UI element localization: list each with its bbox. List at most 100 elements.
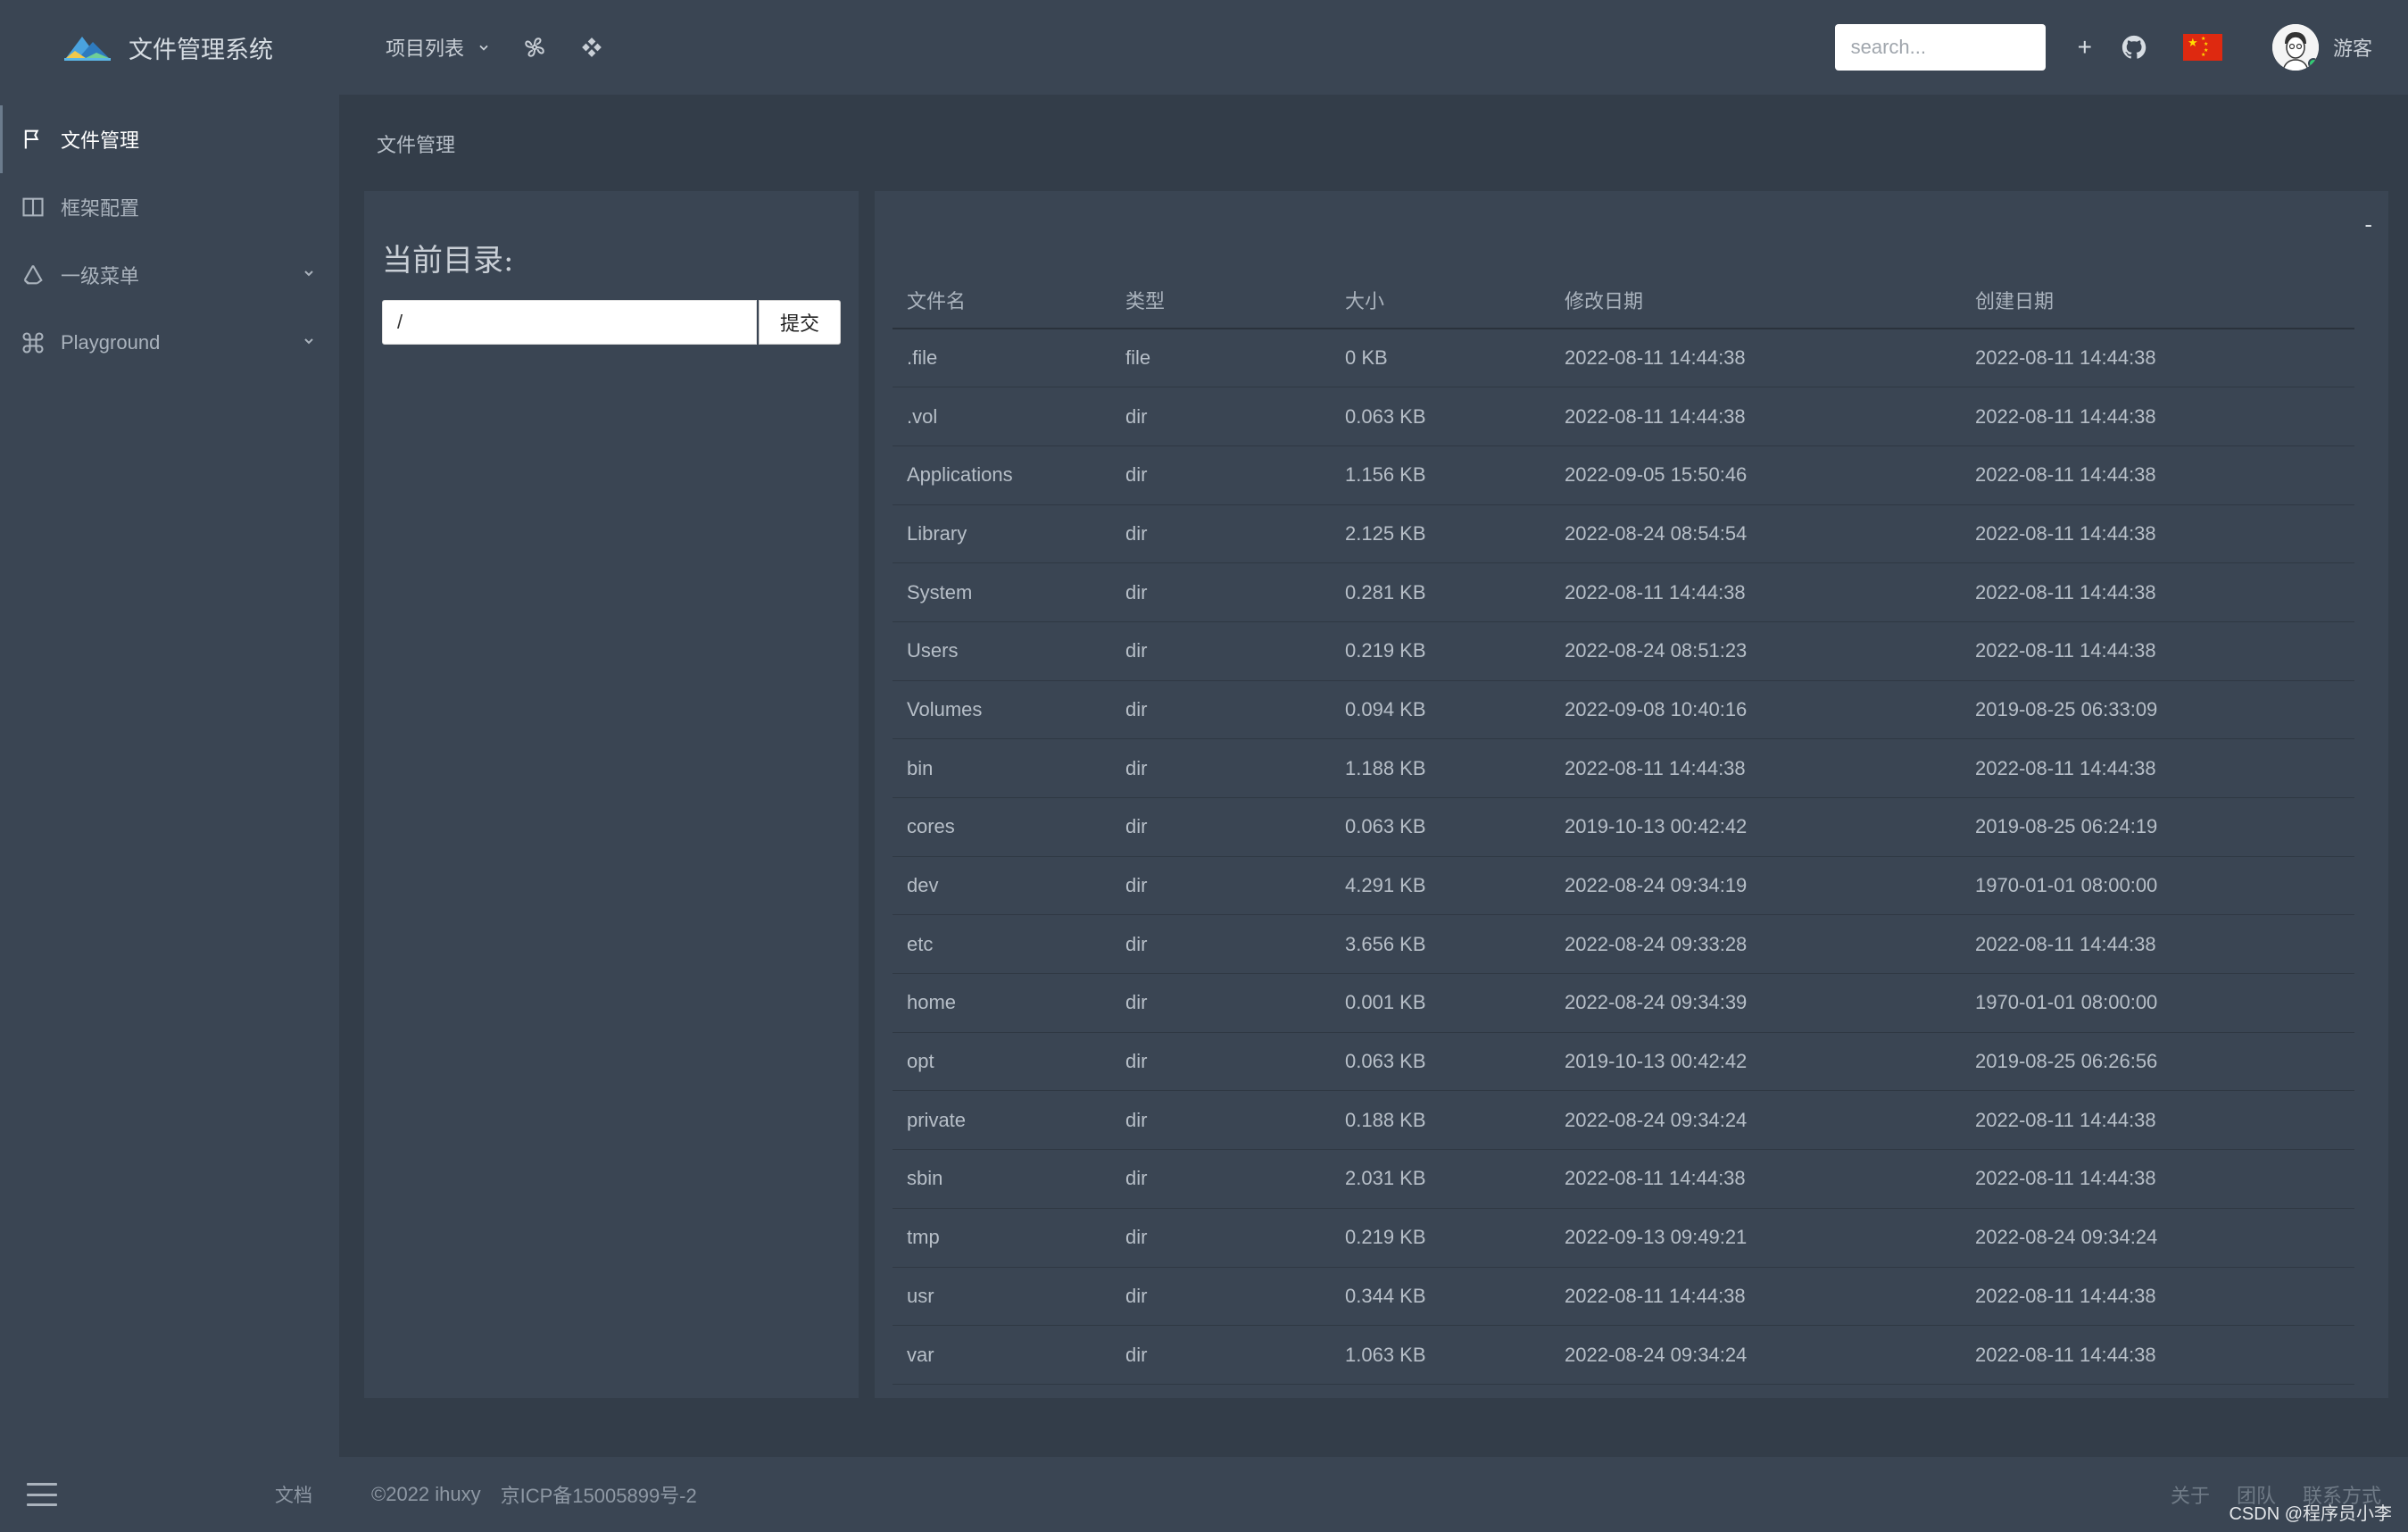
logo-icon xyxy=(64,37,111,61)
table-row[interactable]: Users dir 0.219 KB 2022-08-24 08:51:23 2022-… xyxy=(893,621,2354,681)
chevron-down-icon xyxy=(479,45,488,51)
cell-created: 2022-08-11 14:44:38 xyxy=(1961,387,2354,446)
table-row[interactable]: opt dir 0.063 KB 2019-10-13 00:42:42 2019-08… xyxy=(893,1032,2354,1092)
component-icon[interactable] xyxy=(578,34,605,61)
cell-size: 1.188 KB xyxy=(1331,738,1550,798)
cell-created: 2022-08-11 14:44:38 xyxy=(1961,1149,2354,1209)
cell-name[interactable]: home xyxy=(893,973,1111,1033)
cell-name[interactable]: bin xyxy=(893,738,1111,798)
table-row[interactable]: etc dir 3.656 KB 2022-08-24 09:33:28 2022-08… xyxy=(893,914,2354,975)
cell-type: dir xyxy=(1111,680,1331,740)
avatar[interactable] xyxy=(2271,24,2319,71)
cell-type: dir xyxy=(1111,445,1331,505)
icp-link[interactable]: 京ICP备15005899号-2 xyxy=(501,1480,697,1509)
table-row[interactable]: .file file 0 KB 2022-08-11 14:44:38 2022-08-… xyxy=(893,329,2354,388)
cell-size: 0.063 KB xyxy=(1331,797,1550,857)
cell-modified: 2022-08-24 09:34:24 xyxy=(1550,1090,1961,1151)
cell-type: dir xyxy=(1111,738,1331,798)
cell-name[interactable]: tmp xyxy=(893,1208,1111,1268)
cell-modified: 2022-08-11 14:44:38 xyxy=(1550,329,1961,388)
cell-size: 0.094 KB xyxy=(1331,680,1550,740)
cell-size: 0.063 KB xyxy=(1331,1032,1550,1092)
github-icon[interactable] xyxy=(2121,34,2147,61)
cell-name[interactable]: cores xyxy=(893,797,1111,857)
cell-size: 0 KB xyxy=(1331,329,1550,388)
directory-path-input[interactable] xyxy=(382,300,757,345)
footer-link-about[interactable]: 关于 xyxy=(2171,1480,2210,1509)
table-row[interactable]: .vol dir 0.063 KB 2022-08-11 14:44:38 2022-0… xyxy=(893,387,2354,446)
table-row[interactable]: System dir 0.281 KB 2022-08-11 14:44:38 2022… xyxy=(893,562,2354,622)
table-row[interactable]: sbin dir 2.031 KB 2022-08-11 14:44:38 2022-0… xyxy=(893,1149,2354,1209)
column-header-size[interactable]: 大小 xyxy=(1331,271,1550,329)
cell-created: 2022-08-11 14:44:38 xyxy=(1961,504,2354,564)
project-list-menu[interactable]: 项目列表 xyxy=(386,33,491,62)
file-list-panel: - 文件名 类型 大小 修改日期 创建日期 .file file 0 KB 2022-… xyxy=(875,191,2388,1398)
cell-size: 2.125 KB xyxy=(1331,504,1550,564)
table-row[interactable]: Volumes dir 0.094 KB 2022-09-08 10:40:16 201… xyxy=(893,680,2354,740)
cell-modified: 2022-08-24 09:33:28 xyxy=(1550,914,1961,975)
column-header-type[interactable]: 类型 xyxy=(1111,271,1331,329)
sidebar-item-playground[interactable]: Playground xyxy=(0,309,339,377)
cell-created: 2022-08-11 14:44:38 xyxy=(1961,738,2354,798)
cell-name[interactable]: etc xyxy=(893,914,1111,975)
table-row[interactable]: bin dir 1.188 KB 2022-08-11 14:44:38 2022-08… xyxy=(893,738,2354,798)
fan-icon[interactable] xyxy=(521,34,548,61)
flag-icon xyxy=(20,126,46,153)
hamburger-icon[interactable] xyxy=(27,1483,57,1506)
cell-name[interactable]: Volumes xyxy=(893,680,1111,740)
table-row[interactable]: usr dir 0.344 KB 2022-08-11 14:44:38 2022-08… xyxy=(893,1267,2354,1327)
table-row[interactable]: tmp dir 0.219 KB 2022-09-13 09:49:21 2022-08… xyxy=(893,1208,2354,1268)
add-button[interactable]: + xyxy=(2078,33,2092,62)
flag-star-small: ★ xyxy=(2203,42,2209,47)
cell-name[interactable]: .file xyxy=(893,329,1111,388)
cell-modified: 2022-09-13 09:49:21 xyxy=(1550,1208,1961,1268)
submit-button[interactable]: 提交 xyxy=(759,300,841,345)
brand[interactable]: 文件管理系统 xyxy=(0,0,339,95)
column-header-modified[interactable]: 修改日期 xyxy=(1550,271,1961,329)
cell-name[interactable]: Users xyxy=(893,621,1111,681)
cell-created: 2022-08-11 14:44:38 xyxy=(1961,1267,2354,1327)
cell-name[interactable]: .vol xyxy=(893,387,1111,446)
cell-name[interactable]: var xyxy=(893,1325,1111,1385)
cell-type: dir xyxy=(1111,562,1331,622)
cell-type: dir xyxy=(1111,797,1331,857)
cell-size: 0.281 KB xyxy=(1331,562,1550,622)
table-row[interactable]: private dir 0.188 KB 2022-08-24 09:34:24 202… xyxy=(893,1090,2354,1151)
flag-star: ★ xyxy=(2187,36,2198,49)
table-row[interactable]: Library dir 2.125 KB 2022-08-24 08:54:54 202… xyxy=(893,504,2354,564)
search-input[interactable] xyxy=(1834,24,2046,71)
collapse-button[interactable]: - xyxy=(2364,211,2372,238)
cell-modified: 2022-08-11 14:44:38 xyxy=(1550,1267,1961,1327)
table-row[interactable]: var dir 1.063 KB 2022-08-24 09:34:24 2022-08… xyxy=(893,1325,2354,1385)
sidebar-item-framework-config[interactable]: 框架配置 xyxy=(0,173,339,241)
cell-name[interactable]: Applications xyxy=(893,445,1111,505)
flag-star-small: ★ xyxy=(2200,53,2206,58)
cell-created: 2022-08-11 14:44:38 xyxy=(1961,562,2354,622)
cell-type: dir xyxy=(1111,621,1331,681)
directory-panel: 当前目录: 提交 xyxy=(364,191,859,1398)
column-header-name[interactable]: 文件名 xyxy=(893,271,1111,329)
cell-type: dir xyxy=(1111,1149,1331,1209)
column-header-created[interactable]: 创建日期 xyxy=(1961,271,2354,329)
cell-name[interactable]: private xyxy=(893,1090,1111,1151)
user-name[interactable]: 游客 xyxy=(2333,33,2372,62)
table-row[interactable]: home dir 0.001 KB 2022-08-24 09:34:39 1970-0… xyxy=(893,973,2354,1033)
docs-link[interactable]: 文档 xyxy=(275,1481,312,1508)
cell-modified: 2022-08-24 09:34:19 xyxy=(1550,856,1961,916)
sidebar-item-file-management[interactable]: 文件管理 xyxy=(0,105,339,173)
cell-size: 1.156 KB xyxy=(1331,445,1550,505)
cell-name[interactable]: usr xyxy=(893,1267,1111,1327)
sidebar-item-label: Playground xyxy=(61,331,161,354)
cell-name[interactable]: System xyxy=(893,562,1111,622)
china-flag-icon[interactable]: ★ ★ ★ ★ ★ xyxy=(2182,34,2222,61)
project-list-label: 项目列表 xyxy=(386,37,465,60)
table-row[interactable]: dev dir 4.291 KB 2022-08-24 09:34:19 1970-01… xyxy=(893,856,2354,916)
cell-name[interactable]: opt xyxy=(893,1032,1111,1092)
cell-modified: 2019-10-13 00:42:42 xyxy=(1550,1032,1961,1092)
table-row[interactable]: cores dir 0.063 KB 2019-10-13 00:42:42 2019-… xyxy=(893,797,2354,857)
sidebar-item-level-one-menu[interactable]: 一级菜单 xyxy=(0,241,339,309)
table-row[interactable]: Applications dir 1.156 KB 2022-09-05 15:50:… xyxy=(893,445,2354,505)
cell-name[interactable]: sbin xyxy=(893,1149,1111,1209)
cell-name[interactable]: Library xyxy=(893,504,1111,564)
cell-name[interactable]: dev xyxy=(893,856,1111,916)
